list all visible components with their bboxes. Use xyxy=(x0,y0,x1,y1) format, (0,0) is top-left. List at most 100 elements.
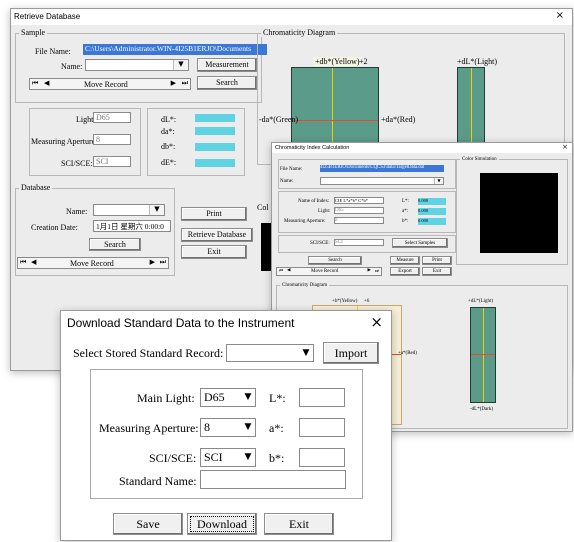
light-select[interactable]: D65 xyxy=(93,112,131,123)
chevron-down-icon: ▼ xyxy=(241,449,255,466)
cic-search-button[interactable]: Search xyxy=(308,256,362,265)
cic-aperture-select[interactable]: 8 xyxy=(334,217,384,224)
dl-label: dL*: xyxy=(161,115,177,124)
cic-light-label: Light: xyxy=(318,209,331,214)
download-titlebar: Download Standard Data to the Instrument… xyxy=(61,311,391,337)
b-input[interactable] xyxy=(299,448,345,467)
cic-move-record-nav: ⏮ ◀ Move Record ▶ ⏭ xyxy=(276,267,382,276)
next-record-icon[interactable]: ▶ xyxy=(368,268,371,273)
lightness-bar xyxy=(457,67,485,153)
sci-select[interactable]: SCI xyxy=(93,156,131,167)
move-record-label: Move Record xyxy=(84,80,128,89)
select-record-label: Select Stored Standard Record: xyxy=(73,346,224,360)
chevron-down-icon: ▼ xyxy=(173,60,188,70)
export-button[interactable]: Export xyxy=(390,267,420,276)
aperture-value: 8 xyxy=(96,135,100,144)
db-value-field xyxy=(195,143,235,151)
measure-button[interactable]: Measure xyxy=(390,256,420,265)
db-name-label: Name: xyxy=(66,207,88,216)
last-record-icon[interactable]: ⏭ xyxy=(182,79,188,88)
main-light-select[interactable]: D65 ▼ xyxy=(200,388,256,407)
chevron-down-icon: ▼ xyxy=(241,419,255,436)
download-window: Download Standard Data to the Instrument… xyxy=(60,310,392,541)
aperture-select[interactable]: 8 xyxy=(93,134,131,145)
window-title: Chromaticity Index Calculation xyxy=(275,145,350,151)
l-label: L*: xyxy=(402,199,409,204)
download-button[interactable]: Download xyxy=(187,513,257,535)
last-record-icon[interactable]: ⏭ xyxy=(375,268,379,274)
import-button[interactable]: Import xyxy=(323,342,379,364)
chevron-down-icon: ▼ xyxy=(434,178,443,184)
col-label: Col xyxy=(257,203,269,212)
prev-record-icon[interactable]: ◀ xyxy=(287,268,290,273)
prev-record-icon[interactable]: ◀ xyxy=(31,258,36,266)
green-axis-label: -da*(Green) xyxy=(259,115,299,124)
db-name-select[interactable]: ▼ xyxy=(93,204,165,216)
next-record-icon[interactable]: ▶ xyxy=(171,79,176,87)
sci-sce-select[interactable]: SCI ▼ xyxy=(200,448,256,467)
cic-light-select[interactable]: D65 xyxy=(334,207,384,214)
retrieve-titlebar: Retrieve Database × xyxy=(11,9,572,25)
standard-name-label: Standard Name: xyxy=(119,474,197,488)
file-name-label: File Name: xyxy=(35,47,71,56)
b-label: b*: xyxy=(269,451,285,465)
light-axis-label: +dL*(Light) xyxy=(457,57,498,66)
index-name-select[interactable]: CIE L*a*b* C*h* xyxy=(334,197,384,204)
standard-name-input[interactable] xyxy=(200,470,346,489)
cic-chroma-label: Chromaticity Diagram xyxy=(280,283,330,288)
lightness-axis xyxy=(471,68,472,152)
save-button[interactable]: Save xyxy=(113,513,183,535)
cic-light-axis-label: +dL*(Light) xyxy=(468,299,494,304)
cic-lightness-bar xyxy=(470,307,496,403)
cic-aperture-label: Measuring Aperture: xyxy=(284,219,326,224)
close-icon[interactable]: × xyxy=(556,10,564,21)
exit-button[interactable]: Exit xyxy=(181,245,247,259)
cic-file-name-field[interactable]: 4I25B1ERJO\Documents\CQCS3\data\TargetDa… xyxy=(320,165,444,172)
chroma-group-label: Chromaticity Diagram xyxy=(261,28,338,37)
sample-group-label: Sample xyxy=(19,28,47,37)
b-label: b*: xyxy=(402,219,409,224)
aperture-select[interactable]: 8 ▼ xyxy=(200,418,256,437)
move-record-label: Move Record xyxy=(311,269,339,274)
name-select[interactable]: ▼ xyxy=(85,59,189,71)
cic-print-button[interactable]: Print xyxy=(422,256,452,265)
red-axis-label: +da*(Red) xyxy=(381,115,416,124)
color-sim-label: Color Simulation xyxy=(460,157,499,162)
next-record-icon[interactable]: ▶ xyxy=(150,258,155,266)
cic-lightness-marker xyxy=(471,354,495,355)
cic-exit-button[interactable]: Exit xyxy=(422,267,452,276)
a-input[interactable] xyxy=(299,418,345,437)
retrieve-database-button[interactable]: Retrieve Database xyxy=(181,228,253,242)
db-label: db*: xyxy=(161,142,176,151)
cic-file-name-label: File Name: xyxy=(280,167,303,172)
first-record-icon[interactable]: ⏮ xyxy=(32,79,38,88)
db-search-button[interactable]: Search xyxy=(89,238,141,251)
last-record-icon[interactable]: ⏭ xyxy=(160,258,166,267)
exit-button[interactable]: Exit xyxy=(264,513,334,535)
db-move-record-nav: ⏮ ◀ Move Record ▶ ⏭ xyxy=(17,257,169,269)
cic-titlebar: Chromaticity Index Calculation × xyxy=(272,143,572,153)
close-icon[interactable]: × xyxy=(370,313,383,331)
sci-label: SCI/SCE: xyxy=(61,159,93,168)
measurement-button[interactable]: Measurement xyxy=(197,58,257,72)
cic-sci-select[interactable]: SCI xyxy=(334,239,384,246)
l-input[interactable] xyxy=(299,388,345,407)
file-name-field[interactable]: C:\Users\Administrator.WIN-4I25B1ERJO\Do… xyxy=(83,44,267,55)
first-record-icon[interactable]: ⏮ xyxy=(20,258,26,267)
chevron-down-icon: ▼ xyxy=(149,205,164,215)
axis-horizontal xyxy=(292,120,378,121)
prev-record-icon[interactable]: ◀ xyxy=(44,79,49,87)
de-value-field xyxy=(195,159,235,167)
cic-name-select[interactable]: ▼ xyxy=(320,177,444,185)
print-button[interactable]: Print xyxy=(181,207,247,221)
de-label: dE*: xyxy=(161,158,177,167)
select-samples-button[interactable]: Select Samples xyxy=(392,238,448,248)
da-label: da*: xyxy=(161,127,175,136)
close-icon[interactable]: × xyxy=(562,143,568,151)
axis-vertical xyxy=(332,68,333,152)
creation-date-field[interactable]: 1月1日 星期六 0:00:0 xyxy=(93,220,171,232)
search-button[interactable]: Search xyxy=(197,76,257,90)
first-record-icon[interactable]: ⏮ xyxy=(279,268,283,274)
select-record-dropdown[interactable]: ▼ xyxy=(226,344,314,362)
l-label: L*: xyxy=(269,391,286,405)
